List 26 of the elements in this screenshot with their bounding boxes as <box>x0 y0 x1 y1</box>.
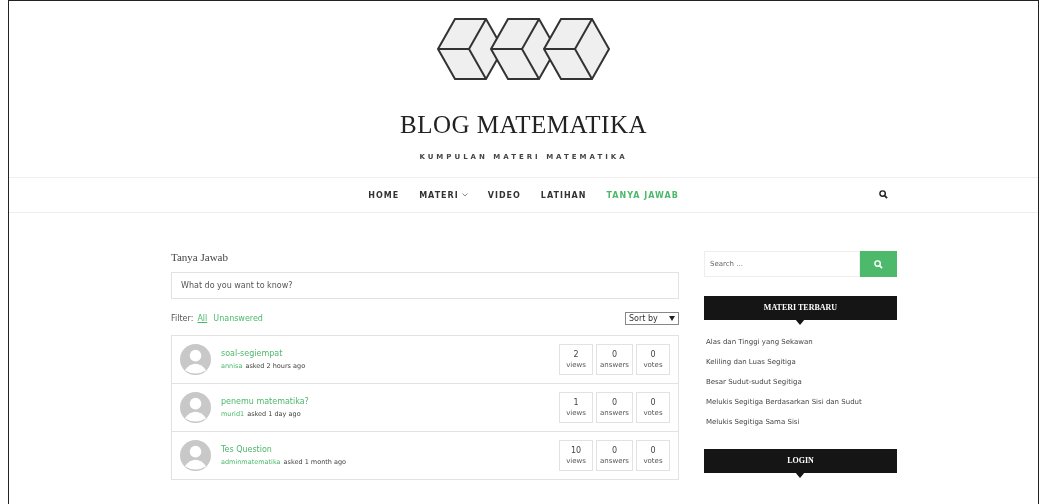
filter-label: Filter: <box>171 314 194 323</box>
nav-link[interactable]: VIDEO <box>487 190 521 200</box>
dropdown-arrow-icon <box>669 316 675 321</box>
question-field[interactable]: What do you want to know? <box>171 272 679 299</box>
page-heading: Tanya Jawab <box>171 251 229 263</box>
nav-link[interactable]: LATIHAN <box>540 190 587 200</box>
stat-value: 0 <box>612 398 618 407</box>
search-icon[interactable] <box>879 190 888 199</box>
stat-value: 0 <box>650 398 656 407</box>
stat-value: 0 <box>650 350 656 359</box>
nav-link[interactable]: HOME <box>368 190 400 200</box>
search-icon <box>874 259 883 269</box>
stat-value: 2 <box>573 350 579 359</box>
nav-link[interactable]: MATERI <box>419 190 468 200</box>
stat-value: 0 <box>612 446 618 455</box>
stat-value: 0 <box>612 350 618 359</box>
avatar-icon <box>180 392 211 423</box>
site-title: BLOG MATEMATIKA <box>399 111 648 139</box>
stat-value: 1 <box>573 398 579 407</box>
avatar-icon <box>180 440 211 471</box>
pointer-icon <box>795 319 805 325</box>
pointer-icon <box>795 472 805 478</box>
stat-value: 10 <box>570 446 582 455</box>
sort-dropdown[interactable]: Sort by <box>625 312 679 325</box>
stat-value: 0 <box>650 446 656 455</box>
avatar-icon <box>180 344 211 375</box>
